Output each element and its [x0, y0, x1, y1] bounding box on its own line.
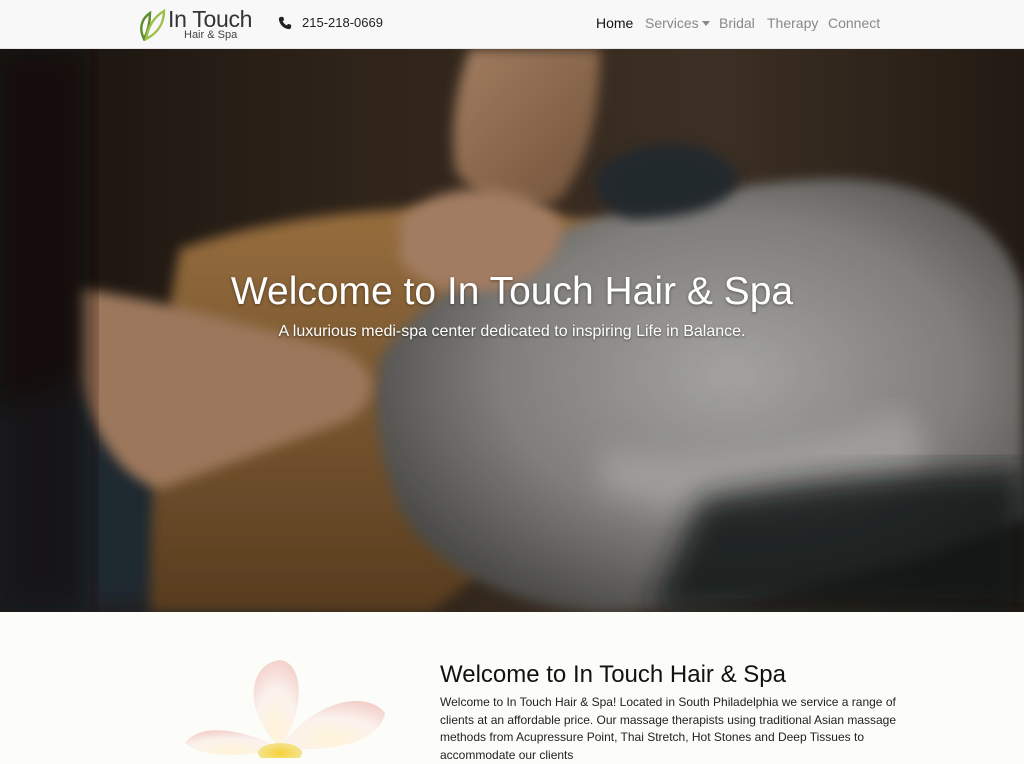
nav-bridal[interactable]: Bridal: [719, 15, 755, 31]
hero-subtitle: A luxurious medi-spa center dedicated to…: [278, 323, 746, 340]
nav-therapy[interactable]: Therapy: [767, 15, 818, 31]
hero-title: Welcome to In Touch Hair & Spa: [230, 270, 794, 313]
intro-heading: Welcome to In Touch Hair & Spa: [440, 661, 786, 688]
top-navbar: In Touch Hair & Spa 215-218-0669 Home Se…: [0, 0, 1024, 49]
nav-connect[interactable]: Connect: [828, 15, 880, 31]
intro-section: Welcome to In Touch Hair & Spa Welcome t…: [0, 612, 1024, 762]
nav-home[interactable]: Home: [596, 15, 633, 31]
caret-down-icon: [701, 21, 710, 26]
intro-paragraph: Welcome to In Touch Hair & Spa! Located …: [440, 695, 897, 762]
hero-banner: Welcome to In Touch Hair & Spa A luxurio…: [0, 49, 1024, 612]
nav-services-dropdown[interactable]: Services: [645, 15, 710, 31]
main-nav: Home Services Bridal Therapy Connect: [0, 15, 1024, 33]
nav-services-label: Services: [645, 15, 699, 31]
plumeria-flower-image: [185, 660, 385, 758]
